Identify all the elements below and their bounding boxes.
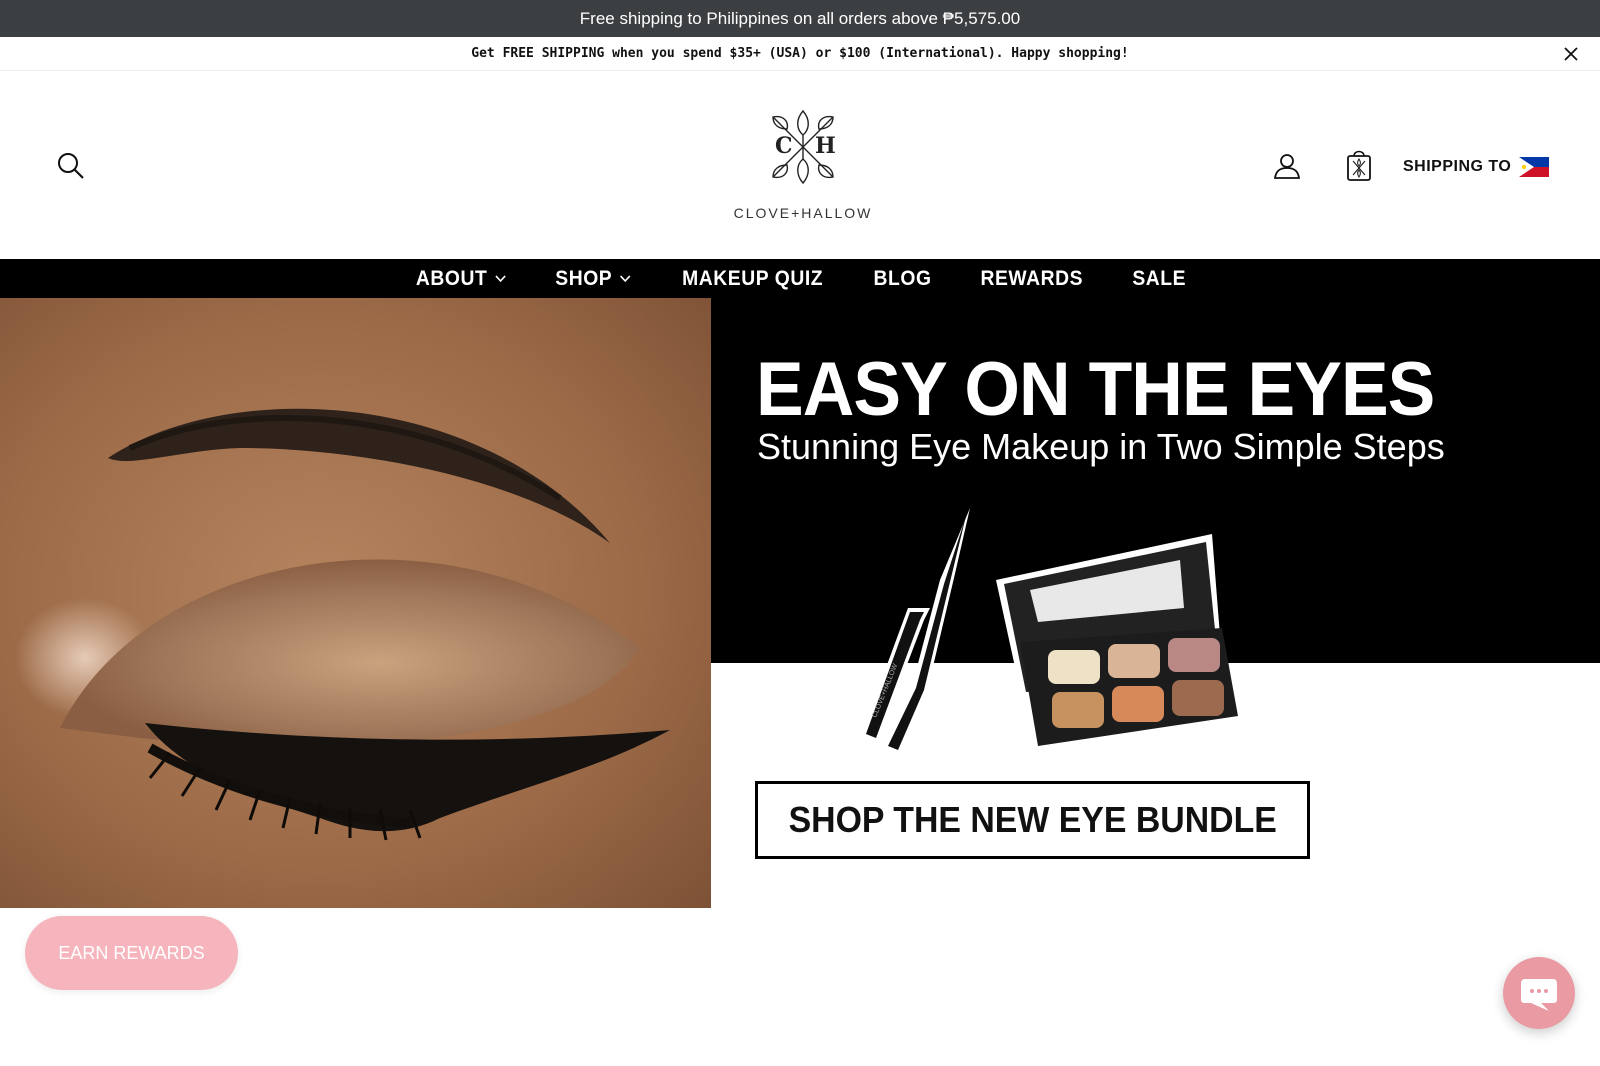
shopping-bag-icon[interactable] [1345, 146, 1373, 182]
nav-item-makeup-quiz[interactable]: MAKEUP QUIZ [682, 267, 823, 291]
shop-eye-bundle-button[interactable]: SHOP THE NEW EYE BUNDLE [755, 781, 1310, 859]
nav-item-label: SHOP [555, 266, 612, 290]
eye-bundle-products-image: CLOVE+HALLOW [860, 508, 1238, 758]
nav-item-blog[interactable]: BLOG [873, 267, 931, 291]
chat-button[interactable] [1503, 957, 1575, 1029]
eyeshadow-palette-product [996, 534, 1238, 754]
nav-item-label: BLOG [873, 266, 932, 290]
hero-subheadline: Stunning Eye Makeup in Two Simple Steps [757, 426, 1445, 467]
nav-item-sale[interactable]: SALE [1132, 267, 1186, 291]
nav-item-rewards[interactable]: REWARDS [980, 267, 1083, 291]
logo-mark: C H [772, 109, 836, 185]
user-icon[interactable] [1272, 151, 1302, 181]
eyeliner-product: CLOVE+HALLOW [860, 508, 970, 758]
eye-makeup-photo [0, 298, 711, 908]
main-navigation: ABOUT SHOP MAKEUP QUIZ BLOG REWARDS SALE [0, 259, 1600, 298]
logo-letter-h: H [815, 133, 836, 159]
hero-banner[interactable]: EASY ON THE EYES Stunning Eye Makeup in … [0, 298, 1600, 908]
cta-label: SHOP THE NEW EYE BUNDLE [788, 799, 1277, 840]
nav-item-label: ABOUT [415, 266, 488, 290]
nav-item-label: REWARDS [980, 266, 1084, 290]
announcement-text: Free shipping to Philippines on all orde… [579, 8, 1021, 28]
philippines-flag-icon [1519, 157, 1550, 177]
site-header: C H CLOVE+HALLOW SHIPPING TO [0, 71, 1600, 259]
promo-banner: Get FREE SHIPPING when you spend $35+ (U… [0, 37, 1600, 71]
nav-item-label: SALE [1131, 266, 1186, 290]
nav-item-label: MAKEUP QUIZ [681, 266, 823, 290]
promo-text: Get FREE SHIPPING when you spend $35+ (U… [471, 46, 1129, 61]
announcement-bar: Free shipping to Philippines on all orde… [0, 0, 1600, 37]
nav-item-about[interactable]: ABOUT [416, 267, 506, 291]
logo-letter-c: C [775, 133, 793, 159]
site-logo[interactable]: C H CLOVE+HALLOW [733, 107, 873, 227]
logo-wordmark: CLOVE+HALLOW [733, 205, 873, 221]
shipping-label: SHIPPING TO [1403, 158, 1512, 175]
earn-rewards-label: EARN REWARDS [58, 942, 205, 963]
chevron-down-icon [619, 274, 630, 282]
shipping-country-selector[interactable]: SHIPPING TO [1403, 157, 1550, 177]
earn-rewards-button[interactable]: EARN REWARDS [25, 916, 238, 990]
search-icon[interactable] [56, 151, 86, 181]
nav-item-shop[interactable]: SHOP [555, 267, 630, 291]
hero-headline: EASY ON THE EYES [756, 347, 1435, 432]
close-icon[interactable] [1562, 45, 1580, 63]
chat-bubble-icon [1521, 979, 1557, 1011]
chevron-down-icon [495, 274, 506, 282]
